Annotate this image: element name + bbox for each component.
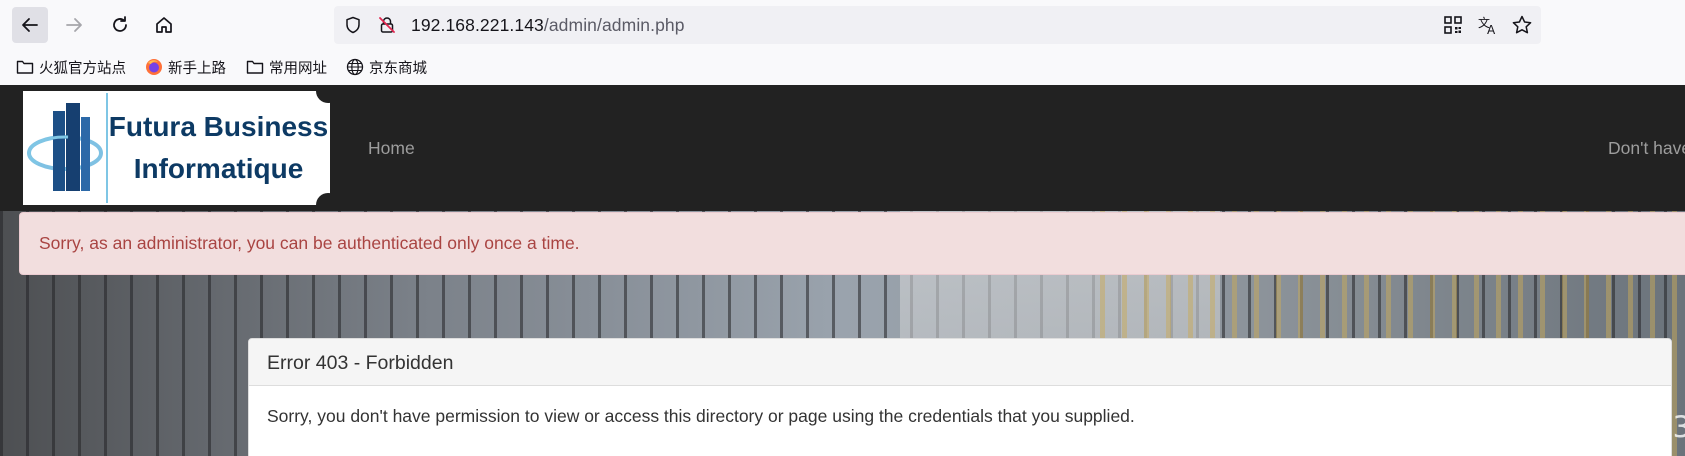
bookmark-label: 新手上路	[168, 60, 226, 77]
url-path: /admin/admin.php	[543, 15, 685, 35]
address-bar[interactable]: 192.168.221.143/admin/admin.php 文A	[334, 6, 1541, 44]
translate-icon[interactable]: 文A	[1477, 14, 1499, 41]
alert-danger: Sorry, as an administrator, you can be a…	[19, 212, 1685, 275]
logo-title-line1: Futura Business	[108, 111, 329, 142]
logo-notch-top	[316, 91, 330, 103]
panel-body: Sorry, you don't have permission to view…	[267, 406, 1135, 426]
panel-heading: Error 403 - Forbidden	[249, 339, 1671, 386]
bookmark-item[interactable]: 火狐官方站点	[16, 57, 126, 77]
reload-icon	[113, 16, 127, 32]
bookmark-item[interactable]: 京东商城	[346, 57, 427, 77]
insecure-lock-icon[interactable]	[378, 16, 396, 39]
bookmark-label: 京东商城	[369, 60, 427, 77]
logo-notch-bottom	[316, 193, 330, 205]
home-icon	[156, 17, 172, 33]
panel-title: Error 403 - Forbidden	[267, 352, 454, 374]
error-panel: Error 403 - Forbidden Sorry, you don't h…	[248, 338, 1672, 456]
qr-code-icon[interactable]	[1443, 15, 1463, 40]
reload-button[interactable]	[102, 7, 138, 43]
site-navbar: Futura Business Informatique Home Don't …	[0, 85, 1685, 211]
back-button[interactable]	[12, 7, 48, 43]
folder-icon	[16, 60, 34, 74]
bookmark-label: 火狐官方站点	[39, 60, 126, 77]
logo-title-line2: Informatique	[133, 153, 304, 184]
home-button[interactable]	[146, 7, 182, 43]
arrow-left-icon	[22, 18, 38, 32]
bookmarks-toolbar: 火狐官方站点 新手上路 常用网址 京东商城	[0, 50, 1685, 85]
nav-link-right[interactable]: Don't have	[1608, 138, 1685, 159]
arrow-right-icon	[66, 18, 82, 32]
globe-icon	[346, 58, 364, 76]
bookmark-item[interactable]: 常用网址	[246, 57, 327, 77]
watermark: CSDN @y%23	[1484, 410, 1685, 444]
bookmark-star-icon[interactable]	[1511, 14, 1533, 41]
url-text[interactable]: 192.168.221.143/admin/admin.php	[411, 15, 685, 36]
logo-divider	[106, 93, 108, 203]
folder-icon	[246, 60, 264, 74]
bookmark-item[interactable]: 新手上路	[145, 57, 226, 77]
svg-text:A: A	[1487, 23, 1496, 36]
web-page: Futura Business Informatique Home Don't …	[0, 85, 1685, 456]
browser-toolbar: 192.168.221.143/admin/admin.php 文A	[0, 0, 1685, 50]
firefox-icon	[146, 59, 162, 75]
url-host: 192.168.221.143	[411, 15, 544, 35]
building-logo-icon	[27, 103, 103, 191]
shield-icon[interactable]	[344, 16, 362, 39]
site-logo[interactable]: Futura Business Informatique	[23, 91, 330, 205]
nav-link-home[interactable]: Home	[368, 138, 415, 159]
alert-message: Sorry, as an administrator, you can be a…	[39, 233, 580, 253]
forward-button[interactable]	[56, 7, 92, 43]
bookmark-label: 常用网址	[269, 60, 327, 77]
